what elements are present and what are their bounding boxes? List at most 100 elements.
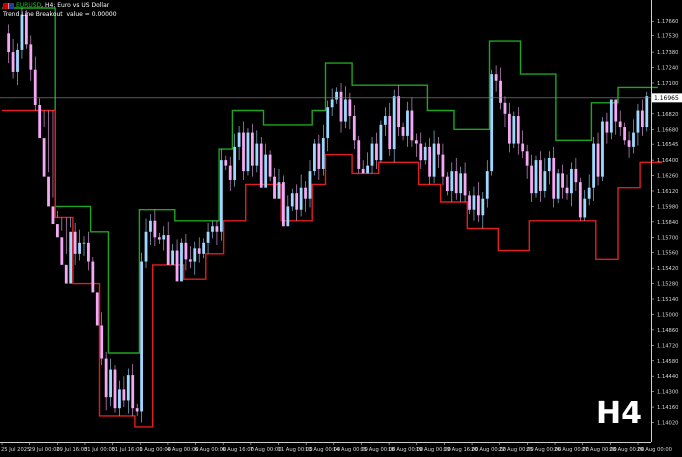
candle [632, 119, 635, 154]
flag-icon [3, 2, 14, 9]
candle [95, 292, 99, 326]
indicator-name[interactable]: Trend Line Breakout [3, 11, 63, 18]
candle [503, 96, 507, 128]
price-tick-label: 1.15560 [657, 251, 678, 257]
price-axis[interactable]: 1.17660 1.17530 1.17380 1.17240 1.17100 1.169… [651, 19, 678, 426]
candle [290, 188, 294, 211]
candle [463, 162, 467, 203]
candle [51, 110, 55, 225]
candle [401, 122, 405, 141]
indicator-header: Trend Line Breakout value = 0.00000 [3, 11, 117, 18]
period-description: H4: Euro vs US Dollar [45, 2, 110, 9]
candle [459, 166, 463, 203]
price-tick-label: 1.15280 [657, 282, 678, 288]
price-tick-label: 1.14860 [657, 328, 678, 334]
time-axis[interactable]: 25 Jul 202529 Jul 00:0029 Jul 16:0031 Ju… [1, 442, 672, 453]
candle [352, 105, 356, 150]
candle [91, 257, 95, 293]
price-tick-label: 1.16545 [657, 142, 678, 148]
candle [157, 232, 161, 244]
candle [175, 239, 179, 282]
candle [614, 99, 618, 135]
price-tick-label: 1.14720 [657, 343, 678, 349]
candle [202, 238, 206, 259]
candle [135, 403, 139, 416]
candle [397, 85, 401, 136]
candle [60, 217, 64, 265]
candle [113, 365, 117, 413]
candle [268, 150, 272, 182]
candle [264, 143, 268, 188]
candle [640, 99, 644, 136]
candle [100, 312, 104, 366]
current-price-tag: 1.16965 [652, 93, 682, 103]
candle [188, 246, 192, 269]
candle [583, 189, 587, 221]
price-tick-label: 1.17660 [657, 19, 678, 25]
candle [388, 102, 392, 156]
candle [592, 136, 596, 201]
candle [149, 214, 152, 246]
candle [7, 24, 11, 64]
price-tick-label: 1.14440 [657, 374, 678, 380]
candle [428, 138, 432, 185]
candle [383, 107, 387, 136]
candle [556, 168, 560, 204]
candle [64, 217, 68, 284]
candle [73, 222, 77, 265]
price-tick-label: 1.14020 [657, 420, 678, 426]
candle [317, 134, 321, 180]
candle [565, 174, 569, 200]
candle [16, 43, 19, 86]
candle [42, 110, 46, 177]
lower-band-line [2, 109, 663, 428]
candle [206, 222, 210, 254]
candle [587, 174, 591, 206]
candle [246, 128, 250, 176]
price-tick-label: 1.16260 [657, 174, 678, 180]
candle [304, 181, 307, 212]
candle [122, 376, 126, 408]
candle [361, 160, 365, 174]
price-chart[interactable]: 1.17660 1.17530 1.17380 1.17240 1.17100 1.169… [0, 0, 682, 457]
indicator-value: value = 0.00000 [66, 11, 117, 18]
candle [508, 102, 511, 153]
candle [78, 229, 81, 261]
candle [485, 160, 489, 208]
candle [118, 380, 121, 416]
candle [623, 122, 627, 145]
candle [525, 144, 529, 179]
candle [410, 97, 414, 147]
candle [392, 89, 396, 163]
candles [7, 8, 649, 423]
candle [601, 117, 604, 182]
candle [432, 130, 436, 184]
candle [618, 110, 622, 136]
candle [224, 155, 228, 171]
candle [445, 172, 449, 196]
candle [47, 110, 50, 207]
candle [242, 121, 245, 180]
price-tick-label: 1.17100 [657, 81, 678, 87]
price-tick-label: 1.16400 [657, 158, 678, 164]
candle [570, 162, 573, 207]
price-tick-label: 1.15840 [657, 220, 678, 226]
current-price-label: 1.16965 [654, 95, 679, 102]
candle [282, 175, 285, 227]
candle [11, 38, 15, 79]
candle [406, 101, 409, 147]
candle [335, 87, 338, 104]
candle [228, 156, 232, 191]
candle [193, 241, 197, 275]
candle [481, 192, 485, 229]
time-tick-label: 29 Jul 16:00 [56, 447, 87, 453]
price-tick-label: 1.14300 [657, 390, 678, 396]
price-tick-label: 1.17530 [657, 34, 678, 40]
candle [543, 157, 547, 198]
candle [578, 177, 582, 221]
candle [109, 358, 112, 406]
candle [330, 88, 334, 117]
time-tick-label: 31 Jul 16:00 [112, 447, 143, 453]
candle [494, 65, 498, 92]
candle [539, 151, 542, 203]
